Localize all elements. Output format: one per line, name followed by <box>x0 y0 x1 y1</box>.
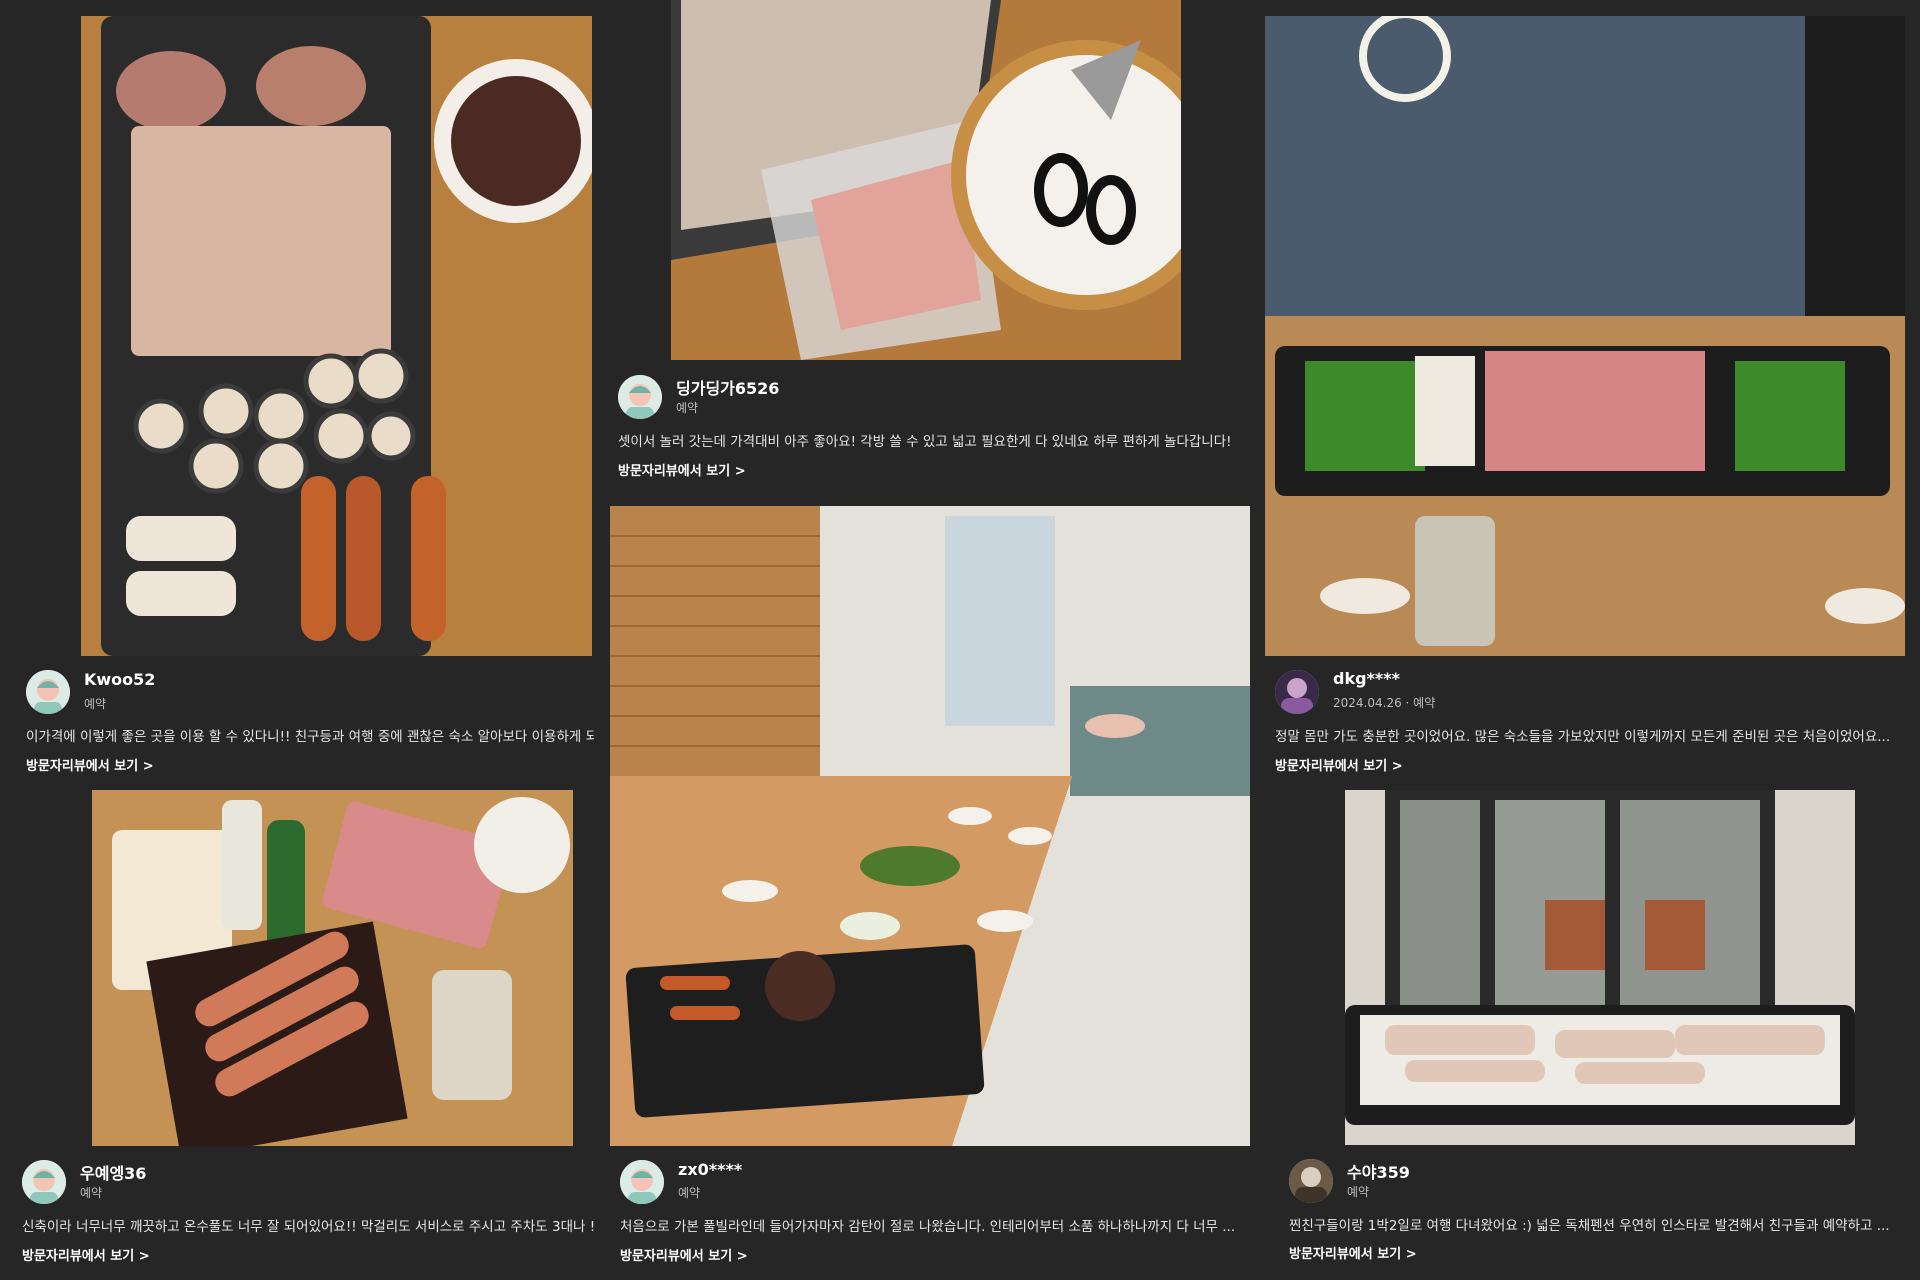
view-in-visitor-reviews-link[interactable]: 방문자리뷰에서 보기 > <box>620 1245 748 1264</box>
review-photo-dining-room-pool[interactable] <box>610 506 1250 1146</box>
view-in-visitor-reviews-link[interactable]: 방문자리뷰에서 보기 > <box>26 755 154 774</box>
reviewer-name[interactable]: 딩가딩가6526 <box>676 375 779 399</box>
review-meta: 예약 <box>84 697 107 711</box>
reviewer-name[interactable]: dkg**** <box>1333 669 1400 688</box>
review-photo-bbq-grill[interactable] <box>81 16 592 656</box>
review-meta: 예약 <box>676 401 699 415</box>
reviewer-name[interactable]: Kwoo52 <box>84 670 155 689</box>
user-avatar[interactable] <box>22 1160 66 1204</box>
review-photo-grill-patio[interactable] <box>1345 790 1855 1145</box>
review-photo-grill-table-window[interactable] <box>1265 16 1905 656</box>
review-text: 처음으로 가본 풀빌라인데 들어가자마자 감탄이 절로 나왔습니다. 인테리어부… <box>620 1219 1236 1235</box>
view-in-visitor-reviews-link[interactable]: 방문자리뷰에서 보기 > <box>618 460 746 479</box>
review-text: 찐친구들이랑 1박2일로 여행 다녀왔어요 :) 넓은 독채펜션 우연히 인스타… <box>1289 1218 1890 1234</box>
user-avatar[interactable] <box>620 1160 664 1204</box>
review-meta: 2024.04.26 · 예약 <box>1333 696 1436 710</box>
review-text: 정말 몸만 가도 충분한 곳이었어요. 많은 숙소들을 가보았지만 이렇게까지 … <box>1275 729 1891 745</box>
review-photo-grocery-table[interactable] <box>92 790 573 1146</box>
view-in-visitor-reviews-link[interactable]: 방문자리뷰에서 보기 > <box>22 1245 150 1264</box>
review-meta: 예약 <box>1347 1185 1370 1199</box>
user-avatar[interactable] <box>1275 670 1319 714</box>
user-avatar[interactable] <box>1289 1159 1333 1203</box>
review-photo-raw-pork-tray[interactable] <box>671 0 1181 360</box>
reviewer-name[interactable]: zx0**** <box>678 1160 742 1179</box>
view-in-visitor-reviews-link[interactable]: 방문자리뷰에서 보기 > <box>1289 1243 1417 1262</box>
review-meta: 예약 <box>678 1186 701 1200</box>
review-card: 우예엥36 예약 신축이라 너무너무 깨끗하고 온수풀도 너무 잘 되어있어요!… <box>0 790 595 1280</box>
review-card: zx0**** 예약 처음으로 가본 풀빌라인데 들어가자마자 감탄이 절로 나… <box>595 490 1265 1280</box>
review-text: 신축이라 너무너무 깨끗하고 온수풀도 너무 잘 되어있어요!! 막걸리도 서비… <box>22 1219 595 1235</box>
review-card: 딩가딩가6526 예약 셋이서 놀러 갓는데 가격대비 아주 좋아요! 각방 쓸… <box>595 0 1265 490</box>
user-avatar[interactable] <box>618 375 662 419</box>
reviewer-name[interactable]: 우예엥36 <box>80 1160 146 1184</box>
user-avatar[interactable] <box>26 670 70 714</box>
review-card: dkg**** 2024.04.26 · 예약 정말 몸만 가도 충분한 곳이었… <box>1265 0 1920 790</box>
review-text: 셋이서 놀러 갓는데 가격대비 아주 좋아요! 각방 쓸 수 있고 넓고 필요한… <box>618 434 1232 450</box>
reviewer-name[interactable]: 수야359 <box>1347 1159 1410 1183</box>
review-text: 이가격에 이렇게 좋은 곳을 이용 할 수 있다니!! 친구등과 여행 중에 괜… <box>26 729 594 745</box>
view-in-visitor-reviews-link[interactable]: 방문자리뷰에서 보기 > <box>1275 755 1403 774</box>
review-meta: 예약 <box>80 1186 103 1200</box>
review-card: 수야359 예약 찐친구들이랑 1박2일로 여행 다녀왔어요 :) 넓은 독채펜… <box>1265 790 1920 1280</box>
review-card: Kwoo52 예약 이가격에 이렇게 좋은 곳을 이용 할 수 있다니!! 친구… <box>0 0 595 790</box>
